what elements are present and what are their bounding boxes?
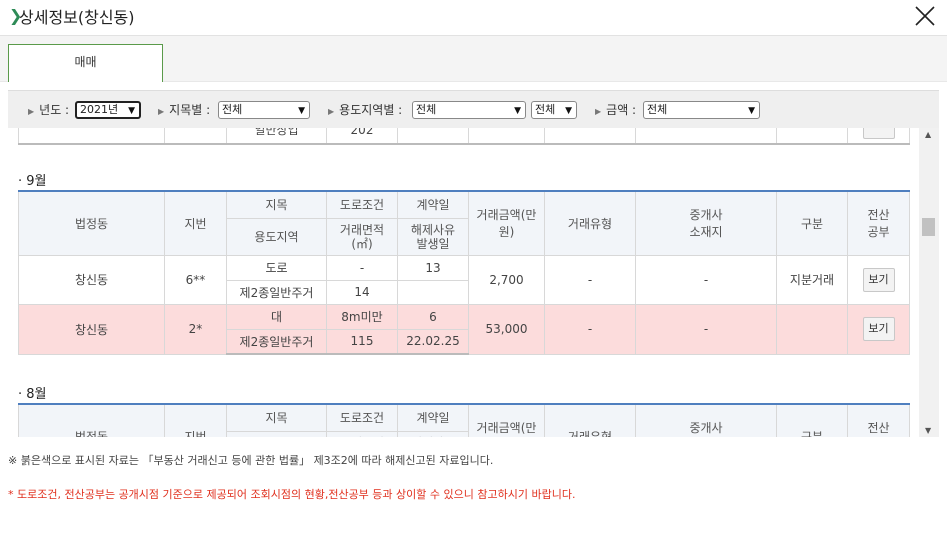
cell-jibeon: 6** — [164, 254, 227, 305]
zone-sub-select[interactable]: 전체 ▼ — [531, 101, 577, 119]
cell-price: 2,700 — [468, 254, 545, 305]
chevron-down-icon: ▼ — [298, 106, 305, 116]
cell-yongdo: 제2종일반주거 — [226, 279, 327, 305]
cell-jimok: 대 — [226, 303, 327, 330]
col-jimok: 지목 — [226, 403, 327, 432]
col-broker: 중개사 소재지 — [635, 403, 777, 437]
view-button[interactable]: 보기 — [862, 267, 895, 292]
cell-yongdo: 일반상업 — [226, 128, 327, 145]
cell-dong: 창신동 — [18, 254, 165, 305]
col-contract: 계약일 — [397, 403, 469, 432]
prev-table: 일반상업 202 — [18, 128, 910, 145]
cell-contract: 6 — [397, 303, 469, 330]
tab-sale[interactable]: 매매 — [8, 44, 163, 82]
col-contract: 계약일 — [397, 190, 469, 219]
col-road: 도로조건 — [326, 190, 398, 219]
cell-area: 14 — [326, 279, 398, 305]
cell-yongdo: 제2종일반주거 — [226, 328, 327, 355]
year-filter-label: ▶ 년도 : — [28, 103, 70, 117]
chevron-down-icon: ▼ — [748, 106, 755, 116]
cell-price: 53,000 — [468, 303, 545, 355]
col-yongdo: 용도지역 — [226, 217, 327, 256]
cell-gubun — [776, 303, 848, 355]
cell-dong: 창신동 — [18, 303, 165, 355]
disclaimer-notice: * 도로조건, 전산공부는 공개시점 기준으로 제공되어 조회시점의 현황,전산… — [8, 488, 576, 501]
month-heading: · 8월 — [18, 387, 47, 402]
col-type: 거래유형 — [544, 190, 636, 256]
col-cancel: 해제사유 발생일 — [397, 217, 469, 256]
col-area: 거래면적 (㎡) — [326, 430, 398, 437]
cell-contract: 13 — [397, 254, 469, 281]
col-road: 도로조건 — [326, 403, 398, 432]
col-gubun: 구분 — [776, 403, 848, 437]
cell-broker: - — [635, 303, 777, 355]
col-jimok: 지목 — [226, 190, 327, 219]
cell-road: - — [326, 254, 398, 281]
cell-gubun: 지분거래 — [776, 254, 848, 305]
title-bar: ❯ 상세정보(창신동) — [0, 0, 947, 36]
month-heading: · 9월 — [18, 174, 47, 189]
zone-select[interactable]: 전체 ▼ — [412, 101, 526, 119]
cancel-notice: ※ 붉은색으로 표시된 자료는 「부동산 거래신고 등에 관한 법률」 제3조2… — [8, 454, 494, 467]
cell-area: 115 — [326, 328, 398, 355]
cell-cancel — [397, 279, 469, 305]
col-area: 거래면적 (㎡) — [326, 217, 398, 256]
cell-broker: - — [635, 254, 777, 305]
triangle-icon: ▶ — [328, 107, 335, 116]
cell-road: 8m미만 — [326, 303, 398, 330]
chevron-down-icon: ▼ — [514, 106, 521, 116]
col-price: 거래금액(만 원) — [468, 403, 545, 437]
year-select[interactable]: 2021년 ▼ — [75, 101, 141, 119]
transactions-table: 법정동 지번 지목 도로조건 계약일 거래금액(만 원) 거래유형 중개사 소재… — [18, 190, 910, 355]
results-scroll-area[interactable]: 일반상업 202 · 9월 법정동 지번 지목 도로조건 계약일 거래금액(만 … — [8, 128, 919, 437]
dialog-title: 상세정보(창신동) — [19, 8, 135, 27]
filter-bar: ▶ 년도 : 2021년 ▼ ▶ 지목별 : 전체 ▼ ▶ 용도지역별 : 전체 ▼ 전체 ▼… — [8, 90, 939, 128]
jimok-select[interactable]: 전체 ▼ — [218, 101, 310, 119]
vertical-scrollbar[interactable]: ▲ ▼ — [919, 128, 939, 437]
scrollbar-thumb[interactable] — [922, 218, 935, 236]
col-type: 거래유형 — [544, 403, 636, 437]
col-price: 거래금액(만 원) — [468, 190, 545, 256]
scroll-down-icon[interactable]: ▼ — [925, 426, 931, 435]
col-broker: 중개사 소재지 — [635, 190, 777, 256]
col-gubun: 구분 — [776, 190, 848, 256]
triangle-icon: ▶ — [595, 107, 602, 116]
close-icon[interactable] — [913, 4, 937, 28]
cell-jibeon: 2* — [164, 303, 227, 355]
amount-select[interactable]: 전체 ▼ — [643, 101, 760, 119]
cell-type: - — [544, 303, 636, 355]
scroll-up-icon[interactable]: ▲ — [925, 130, 931, 139]
view-button[interactable]: 보기 — [862, 317, 895, 341]
col-beopjeongdong: 법정동 — [18, 403, 165, 437]
cell-type: - — [544, 254, 636, 305]
col-cancel: 해제사유 발생일 — [397, 430, 469, 437]
view-button[interactable] — [862, 128, 895, 140]
amount-filter-label: ▶ 금액 : — [595, 103, 637, 117]
triangle-icon: ▶ — [28, 107, 35, 116]
col-beopjeongdong: 법정동 — [18, 190, 165, 256]
tab-bar: 매매 — [0, 36, 947, 82]
jimok-filter-label: ▶ 지목별 : — [158, 103, 211, 117]
cell-jimok: 도로 — [226, 254, 327, 281]
col-jibeon: 지번 — [164, 190, 227, 256]
col-yongdo: 용도지역 — [226, 430, 327, 437]
chevron-down-icon: ▼ — [565, 106, 572, 116]
cell-cancel: 22.02.25 — [397, 328, 469, 355]
cell-area: 202 — [326, 128, 398, 145]
zone-filter-label: ▶ 용도지역별 : — [328, 103, 403, 117]
chevron-down-icon: ▼ — [128, 106, 135, 116]
col-docs: 전산 공부 — [847, 403, 910, 437]
col-jibeon: 지번 — [164, 403, 227, 437]
triangle-icon: ▶ — [158, 107, 165, 116]
col-docs: 전산 공부 — [847, 190, 910, 256]
transactions-table: 법정동 지번 지목 도로조건 계약일 거래금액(만 원) 거래유형 중개사 소재… — [18, 403, 910, 437]
